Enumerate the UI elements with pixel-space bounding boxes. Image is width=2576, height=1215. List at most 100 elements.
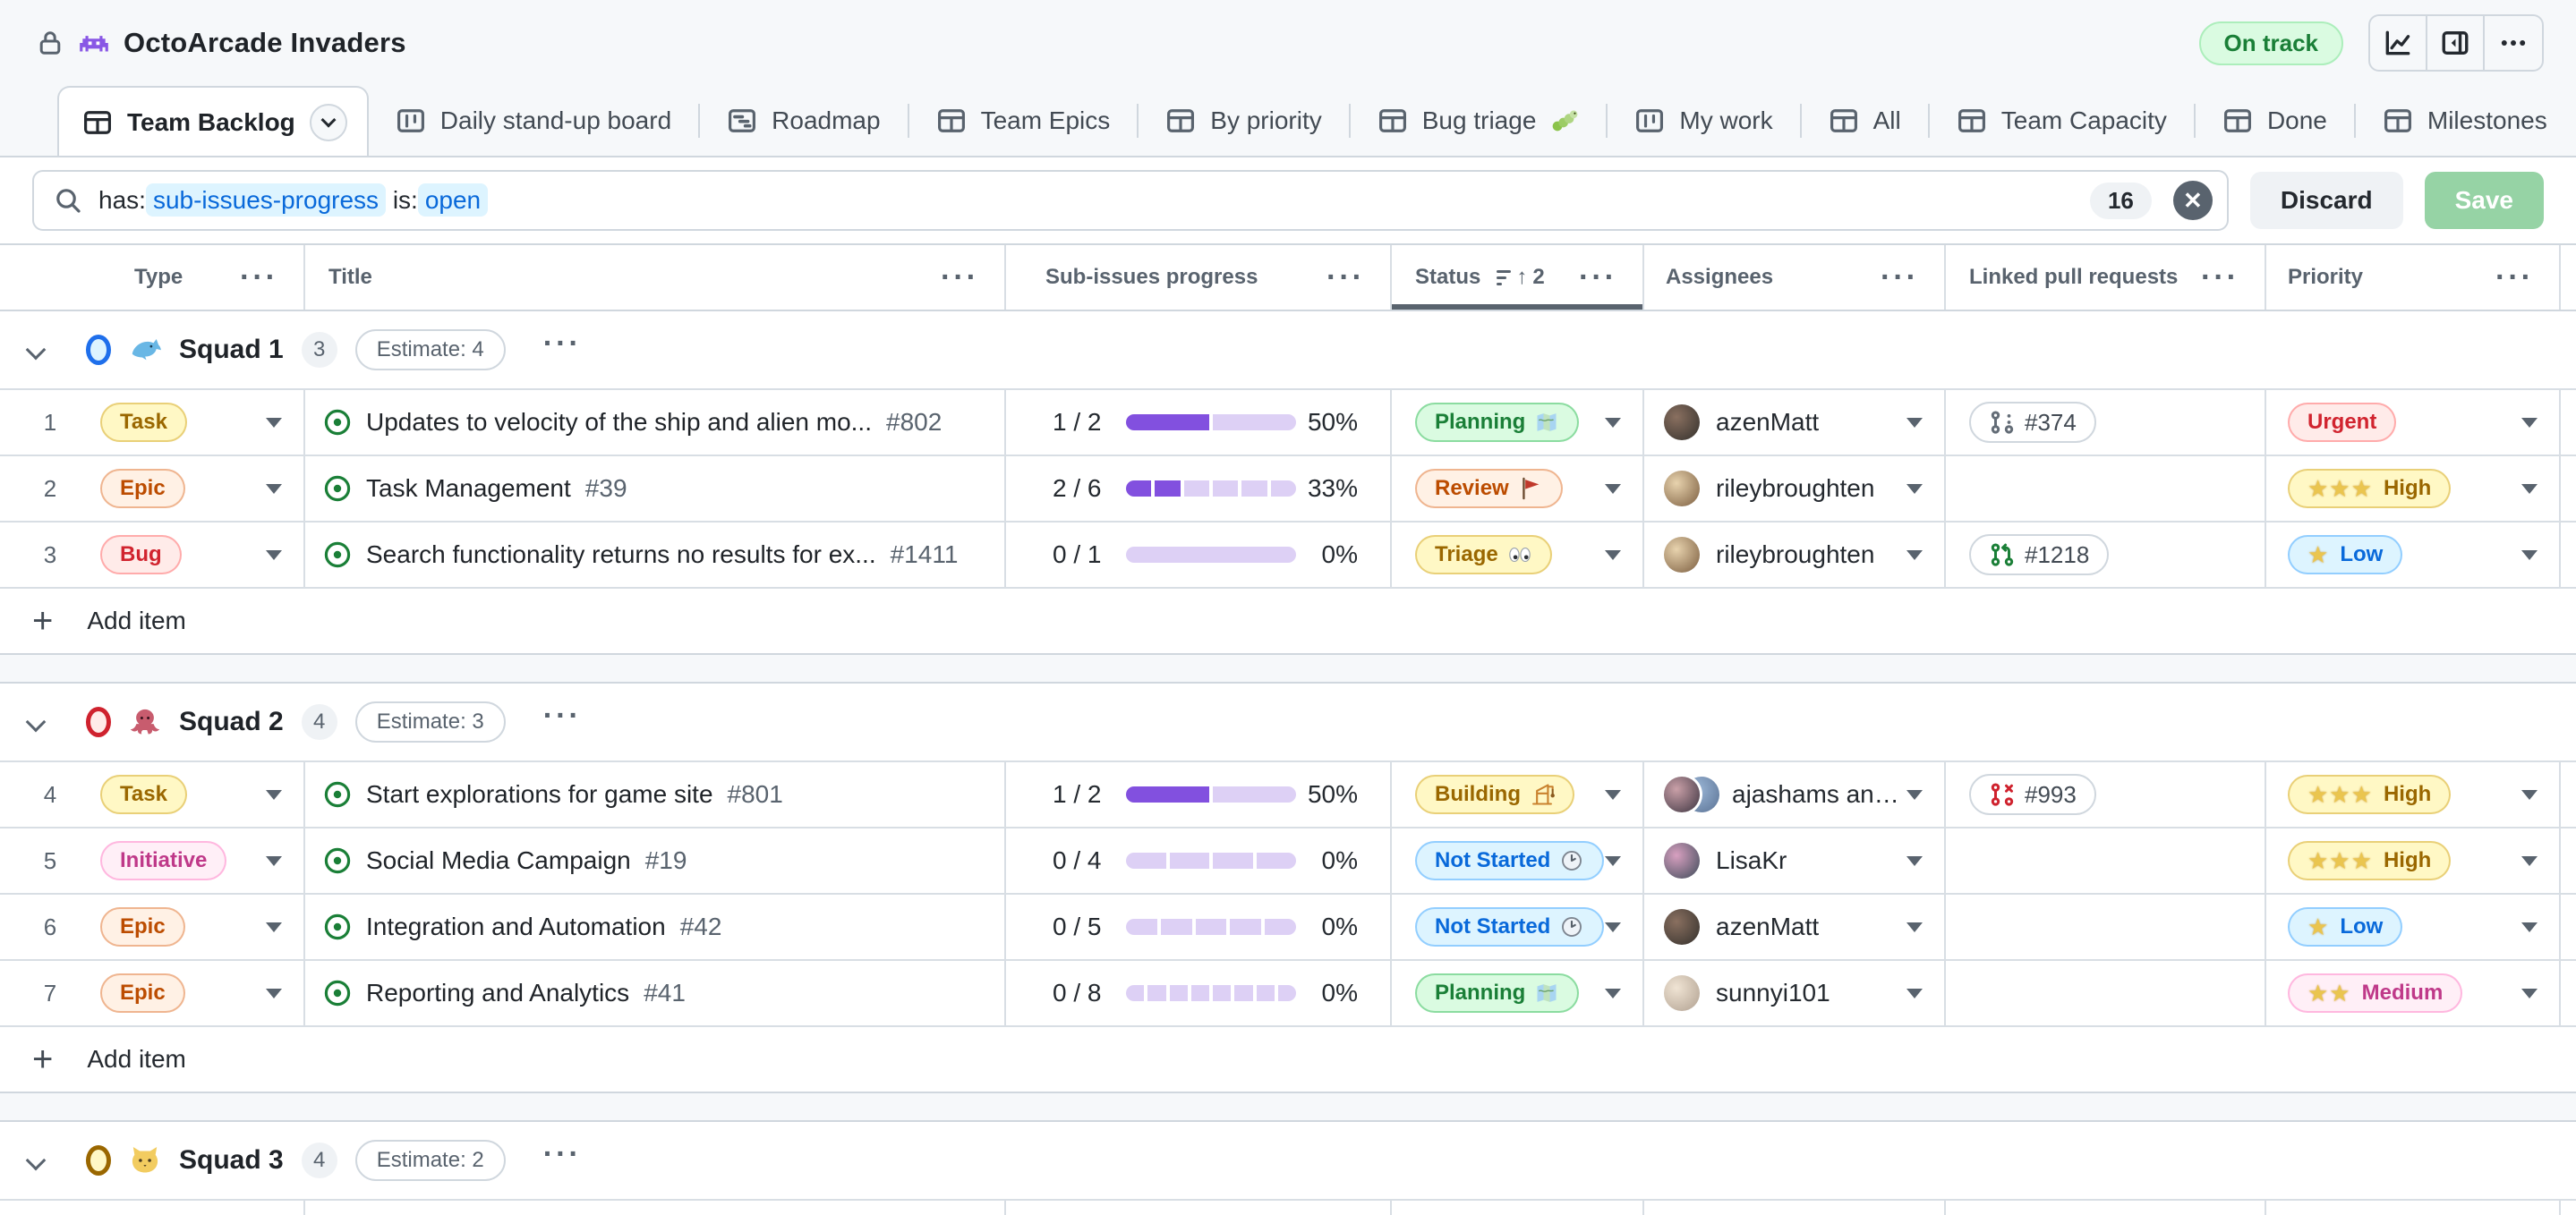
dropdown-caret-icon[interactable] [1906, 989, 1923, 998]
issue-title[interactable]: Social Media Campaign [366, 846, 631, 875]
dropdown-caret-icon[interactable] [2521, 484, 2538, 494]
dropdown-caret-icon[interactable] [1906, 418, 1923, 428]
dropdown-caret-icon[interactable] [266, 856, 282, 866]
dropdown-caret-icon[interactable] [1605, 989, 1621, 998]
column-header-assignees[interactable]: Assignees··· [1644, 245, 1946, 310]
assignee-name[interactable]: azenMatt [1716, 913, 1819, 941]
tab-by-priority[interactable]: By priority [1139, 86, 1348, 156]
dropdown-caret-icon[interactable] [2521, 989, 2538, 998]
priority-pill[interactable]: Urgent [2288, 403, 2396, 442]
dropdown-caret-icon[interactable] [266, 989, 282, 998]
type-pill[interactable]: Epic [100, 973, 185, 1013]
dropdown-caret-icon[interactable] [2521, 790, 2538, 800]
status-pill[interactable]: Triage [1415, 535, 1552, 574]
dropdown-caret-icon[interactable] [266, 922, 282, 932]
priority-pill[interactable]: ★Low [2288, 535, 2402, 574]
type-pill[interactable]: Epic [100, 469, 185, 508]
tab-roadmap[interactable]: Roadmap [700, 86, 907, 156]
assignee-name[interactable]: rileybroughten [1716, 540, 1874, 569]
status-pill[interactable]: Review [1415, 469, 1563, 508]
dropdown-caret-icon[interactable] [1605, 790, 1621, 800]
dropdown-caret-icon[interactable] [266, 484, 282, 494]
status-badge[interactable]: On track [2199, 21, 2344, 65]
type-pill[interactable]: Task [100, 403, 187, 442]
tab-team-epics[interactable]: Team Epics [909, 86, 1138, 156]
column-header-sub-issues-progress[interactable]: Sub-issues progress··· [1006, 245, 1392, 310]
group-menu-button[interactable]: ··· [543, 714, 582, 730]
dropdown-caret-icon[interactable] [1906, 484, 1923, 494]
type-pill[interactable]: Bug [100, 535, 182, 574]
column-header-status[interactable]: Status↑2··· [1392, 245, 1644, 310]
assignee-name[interactable]: ajashams and... [1732, 780, 1906, 809]
tab-bug-triage[interactable]: Bug triage [1351, 86, 1607, 156]
column-header-type[interactable]: Type··· [0, 245, 305, 310]
save-button[interactable]: Save [2425, 172, 2544, 229]
issue-title[interactable]: Integration and Automation [366, 913, 666, 941]
tab-team-backlog[interactable]: Team Backlog [57, 86, 369, 157]
priority-pill[interactable]: ★★★High [2288, 469, 2451, 508]
linked-pr-pill[interactable]: #1218 [1969, 534, 2109, 575]
tab-all[interactable]: All [1802, 86, 1928, 156]
dropdown-caret-icon[interactable] [1605, 922, 1621, 932]
priority-pill[interactable]: ★★★High [2288, 775, 2451, 814]
tab-my-work[interactable]: My work [1608, 86, 1799, 156]
linked-pr-pill[interactable]: #374 [1969, 402, 2096, 443]
status-pill[interactable]: Building [1415, 775, 1574, 814]
dropdown-caret-icon[interactable] [1906, 790, 1923, 800]
assignee-name[interactable]: rileybroughten [1716, 474, 1874, 503]
dropdown-caret-icon[interactable] [266, 418, 282, 428]
issue-title[interactable]: Updates to velocity of the ship and alie… [366, 408, 872, 437]
collapse-group-chevron-icon[interactable] [26, 1151, 47, 1171]
group-menu-button[interactable]: ··· [543, 342, 582, 358]
type-pill[interactable]: Epic [100, 907, 185, 947]
column-header-priority[interactable]: Priority··· [2266, 245, 2561, 310]
add-item-button[interactable]: +Add item [0, 589, 2576, 655]
tab-milestones[interactable]: Milestones [2356, 86, 2574, 156]
dropdown-caret-icon[interactable] [1605, 856, 1621, 866]
issue-title[interactable]: Reporting and Analytics [366, 979, 629, 1007]
collapse-group-chevron-icon[interactable] [26, 340, 47, 361]
add-item-button[interactable]: +Add item [0, 1027, 2576, 1093]
collapse-group-chevron-icon[interactable] [26, 712, 47, 733]
linked-pr-pill[interactable]: #993 [1969, 774, 2096, 815]
tab-team-capacity[interactable]: Team Capacity [1930, 86, 2194, 156]
dropdown-caret-icon[interactable] [2521, 856, 2538, 866]
dropdown-caret-icon[interactable] [1906, 922, 1923, 932]
collapse-side-panel-button[interactable] [2427, 16, 2485, 70]
filter-input[interactable]: has:sub-issues-progress is:open 16 ✕ [32, 170, 2229, 231]
more-options-button[interactable] [2485, 16, 2542, 70]
column-header-linked-pull-requests[interactable]: Linked pull requests··· [1946, 245, 2266, 310]
dropdown-caret-icon[interactable] [1906, 856, 1923, 866]
insights-button[interactable] [2370, 16, 2427, 70]
column-header-title[interactable]: Title··· [305, 245, 1006, 310]
view-menu-button[interactable] [310, 104, 347, 141]
tab-daily-stand-up-board[interactable]: Daily stand-up board [369, 86, 698, 156]
assignee-name[interactable]: LisaKr [1716, 846, 1787, 875]
dropdown-caret-icon[interactable] [266, 790, 282, 800]
dropdown-caret-icon[interactable] [1605, 550, 1621, 560]
dropdown-caret-icon[interactable] [2521, 550, 2538, 560]
group-menu-button[interactable]: ··· [543, 1152, 582, 1168]
issue-title[interactable]: Search functionality returns no results … [366, 540, 876, 569]
clear-filter-button[interactable]: ✕ [2173, 181, 2213, 220]
status-pill[interactable]: Not Started [1415, 907, 1604, 947]
dropdown-caret-icon[interactable] [1906, 550, 1923, 560]
discard-button[interactable]: Discard [2250, 172, 2403, 229]
issue-title[interactable]: Start explorations for game site [366, 780, 713, 809]
dropdown-caret-icon[interactable] [1605, 484, 1621, 494]
tab-done[interactable]: Done [2196, 86, 2354, 156]
assignee-name[interactable]: azenMatt [1716, 408, 1819, 437]
dropdown-caret-icon[interactable] [2521, 922, 2538, 932]
priority-pill[interactable]: ★Low [2288, 907, 2402, 947]
priority-pill[interactable]: ★★★High [2288, 841, 2451, 880]
status-pill[interactable]: Planning [1415, 973, 1579, 1013]
issue-title[interactable]: Task Management [366, 474, 571, 503]
assignee-name[interactable]: sunnyi101 [1716, 979, 1830, 1007]
type-pill[interactable]: Initiative [100, 841, 226, 880]
type-pill[interactable]: Task [100, 775, 187, 814]
dropdown-caret-icon[interactable] [266, 550, 282, 560]
status-pill[interactable]: Planning [1415, 403, 1579, 442]
dropdown-caret-icon[interactable] [2521, 418, 2538, 428]
dropdown-caret-icon[interactable] [1605, 418, 1621, 428]
status-pill[interactable]: Not Started [1415, 841, 1604, 880]
